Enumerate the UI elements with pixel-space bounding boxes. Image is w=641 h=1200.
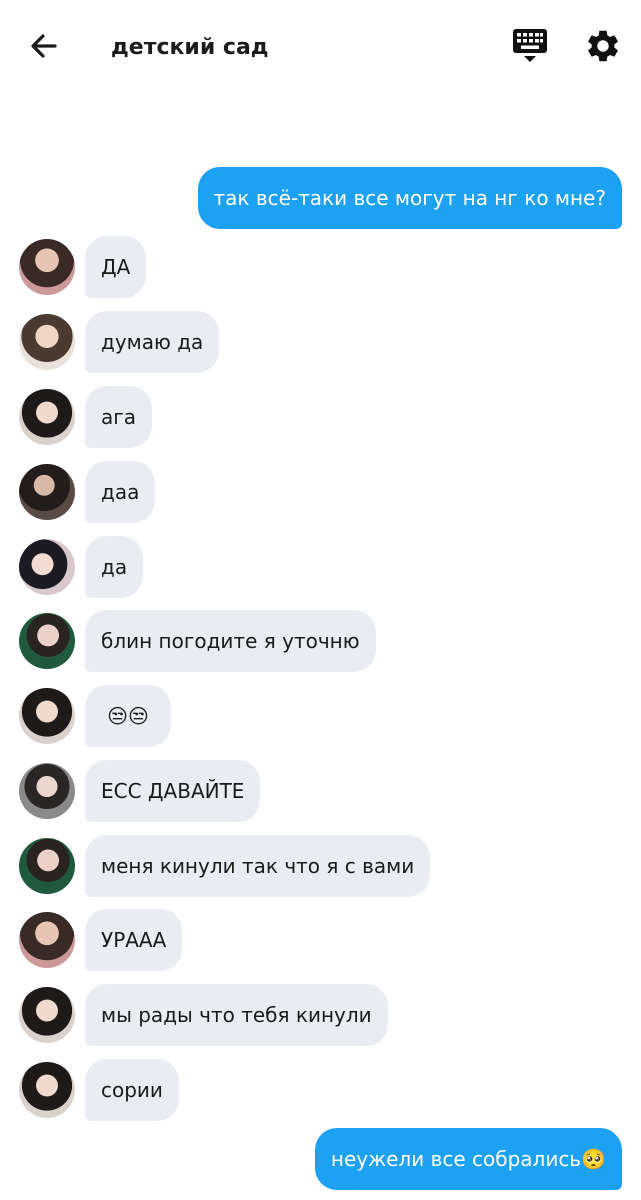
avatar[interactable]: [19, 688, 75, 744]
incoming-message-bubble[interactable]: сории: [85, 1059, 179, 1121]
message-row: неужели все собрались🥺: [0, 1128, 641, 1190]
unamused-face-emoji: 😒😒: [107, 704, 149, 728]
message-row: 😒😒: [0, 685, 641, 747]
gear-icon: [588, 30, 618, 62]
message-row: даа: [0, 461, 641, 523]
incoming-message-bubble[interactable]: думаю да: [85, 311, 220, 373]
message-row: ЕСС ДАВАЙТЕ: [0, 760, 641, 822]
incoming-message-bubble[interactable]: ага: [85, 386, 153, 448]
arrow-left-icon: [31, 34, 57, 58]
incoming-message-bubble[interactable]: мы рады что тебя кинули: [85, 984, 388, 1046]
chat-header: детский сад: [0, 0, 641, 95]
chat-title: детский сад: [111, 35, 269, 60]
outgoing-message-bubble[interactable]: неужели все собрались🥺: [314, 1128, 622, 1190]
message-row: меня кинули так что я с вами: [0, 835, 641, 897]
message-row: да: [0, 536, 641, 598]
back-button[interactable]: [26, 28, 62, 64]
incoming-message-bubble[interactable]: блин погодите я уточню: [85, 610, 376, 672]
incoming-message-bubble[interactable]: даа: [85, 461, 156, 523]
keyboard-toggle-button[interactable]: [510, 27, 550, 65]
message-row: сории: [0, 1059, 641, 1121]
avatar[interactable]: [19, 1062, 75, 1118]
avatar[interactable]: [19, 613, 75, 669]
avatar[interactable]: [19, 239, 75, 295]
avatar[interactable]: [19, 539, 75, 595]
incoming-message-bubble[interactable]: ДА: [85, 236, 147, 298]
settings-button[interactable]: [584, 27, 622, 65]
message-row: УРААА: [0, 909, 641, 971]
avatar[interactable]: [19, 987, 75, 1043]
message-row: думаю да: [0, 311, 641, 373]
avatar[interactable]: [19, 912, 75, 968]
incoming-message-bubble[interactable]: ЕСС ДАВАЙТЕ: [85, 760, 261, 822]
incoming-message-bubble[interactable]: меня кинули так что я с вами: [85, 835, 431, 897]
avatar[interactable]: [19, 389, 75, 445]
message-row: ага: [0, 386, 641, 448]
message-row: ДА: [0, 236, 641, 298]
chat-screen: детский сад так всё-таки все могут на нг…: [0, 0, 641, 1200]
message-row: так всё-таки все могут на нг ко мне?: [0, 167, 641, 229]
incoming-message-bubble[interactable]: УРААА: [85, 909, 183, 971]
incoming-message-bubble[interactable]: 😒😒: [85, 685, 171, 747]
message-row: блин погодите я уточню: [0, 610, 641, 672]
message-row: мы рады что тебя кинули: [0, 984, 641, 1046]
avatar[interactable]: [19, 838, 75, 894]
incoming-message-bubble[interactable]: да: [85, 536, 144, 598]
outgoing-message-bubble[interactable]: так всё-таки все могут на нг ко мне?: [197, 167, 622, 229]
avatar[interactable]: [19, 464, 75, 520]
avatar[interactable]: [19, 314, 75, 370]
keyboard-hide-icon: [513, 29, 547, 62]
avatar[interactable]: [19, 763, 75, 819]
